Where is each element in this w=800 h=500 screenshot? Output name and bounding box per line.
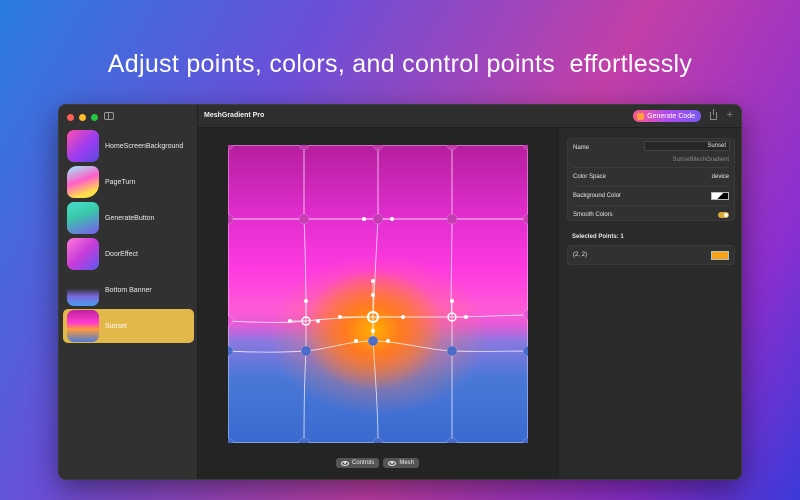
name-label: Name: [573, 145, 590, 151]
color-space-select[interactable]: device: [712, 174, 729, 180]
selected-points-title: Selected Points: 1: [572, 234, 624, 240]
mesh-toggle[interactable]: Mesh: [383, 458, 420, 468]
struct-name: SunsetMeshGradient: [672, 157, 729, 163]
sidebar-toggle-icon[interactable]: [104, 112, 114, 120]
list-item-bottom-banner[interactable]: Bottom Banner: [63, 273, 194, 307]
properties-panel: Name Sunset SunsetMeshGradient Color Spa…: [567, 138, 735, 221]
list-item-sunset[interactable]: Sunset: [63, 309, 194, 343]
toolbar: MeshGradient Pro Generate Code +: [198, 105, 741, 128]
list-item-pageturn[interactable]: PageTurn: [63, 165, 194, 199]
overlay-toggles: Controls Mesh: [336, 458, 420, 468]
gradient-thumbnail: [67, 310, 99, 342]
zoom-button[interactable]: [91, 114, 98, 121]
list-item-dooreffect[interactable]: DoorEffect: [63, 237, 194, 271]
background-color-well[interactable]: [711, 192, 729, 200]
smooth-colors-row: Smooth Colors: [568, 206, 734, 224]
name-sub-row: SunsetMeshGradient: [568, 157, 734, 167]
list-item-homescreenbackground[interactable]: HomeScreenBackground: [63, 129, 194, 163]
background-color-label: Background Color: [573, 193, 622, 199]
headline: Adjust points, colors, and control point…: [107, 50, 693, 78]
close-button[interactable]: [67, 114, 74, 121]
window-controls: [67, 114, 98, 121]
list-item-label: DoorEffect: [105, 250, 138, 258]
window-title: MeshGradient Pro: [204, 112, 265, 119]
sidebar: HomeScreenBackground PageTurn GenerateBu…: [59, 105, 198, 479]
canvas-area: Controls Mesh: [198, 128, 558, 479]
color-space-label: Color Space: [573, 174, 607, 180]
name-row: Name Sunset: [568, 139, 734, 157]
point-coordinate: (2, 2): [573, 252, 588, 258]
controls-label: Controls: [352, 460, 375, 466]
selected-point-row[interactable]: (2, 2): [568, 246, 734, 264]
generate-code-button[interactable]: Generate Code: [633, 110, 701, 122]
list-item-generatebutton[interactable]: GenerateButton: [63, 201, 194, 235]
gradient-thumbnail: [67, 130, 99, 162]
inspector-panel: Name Sunset SunsetMeshGradient Color Spa…: [558, 128, 741, 479]
gradient-thumbnail: [67, 238, 99, 270]
mesh-label: Mesh: [399, 460, 415, 466]
gradient-thumbnail: [67, 166, 99, 198]
list-item-label: PageTurn: [105, 178, 136, 186]
mesh-gradient-preview[interactable]: [228, 145, 528, 443]
name-field[interactable]: Sunset: [644, 141, 730, 151]
mesh-overlay: [228, 145, 528, 443]
smooth-colors-label: Smooth Colors: [573, 212, 613, 218]
add-icon[interactable]: +: [727, 109, 733, 121]
color-space-row: Color Space device: [568, 168, 734, 186]
point-color-well[interactable]: [711, 251, 729, 260]
list-item-label: GenerateButton: [105, 214, 155, 222]
eye-icon: [388, 460, 397, 466]
background-color-row: Background Color: [568, 187, 734, 205]
list-item-label: Bottom Banner: [105, 286, 152, 294]
eye-icon: [341, 460, 349, 466]
share-icon[interactable]: [710, 109, 717, 120]
list-item-label: HomeScreenBackground: [105, 142, 184, 150]
gradient-thumbnail: [67, 274, 99, 306]
list-item-label: Sunset: [105, 322, 127, 330]
swift-icon: [637, 112, 645, 120]
minimize-button[interactable]: [79, 114, 86, 121]
app-window: HomeScreenBackground PageTurn GenerateBu…: [58, 104, 742, 480]
selected-points-panel: (2, 2): [567, 245, 735, 265]
smooth-colors-toggle[interactable]: [718, 212, 729, 218]
gradient-list: HomeScreenBackground PageTurn GenerateBu…: [63, 129, 194, 345]
generate-code-label: Generate Code: [647, 112, 695, 120]
controls-toggle[interactable]: Controls: [336, 458, 380, 468]
gradient-thumbnail: [67, 202, 99, 234]
